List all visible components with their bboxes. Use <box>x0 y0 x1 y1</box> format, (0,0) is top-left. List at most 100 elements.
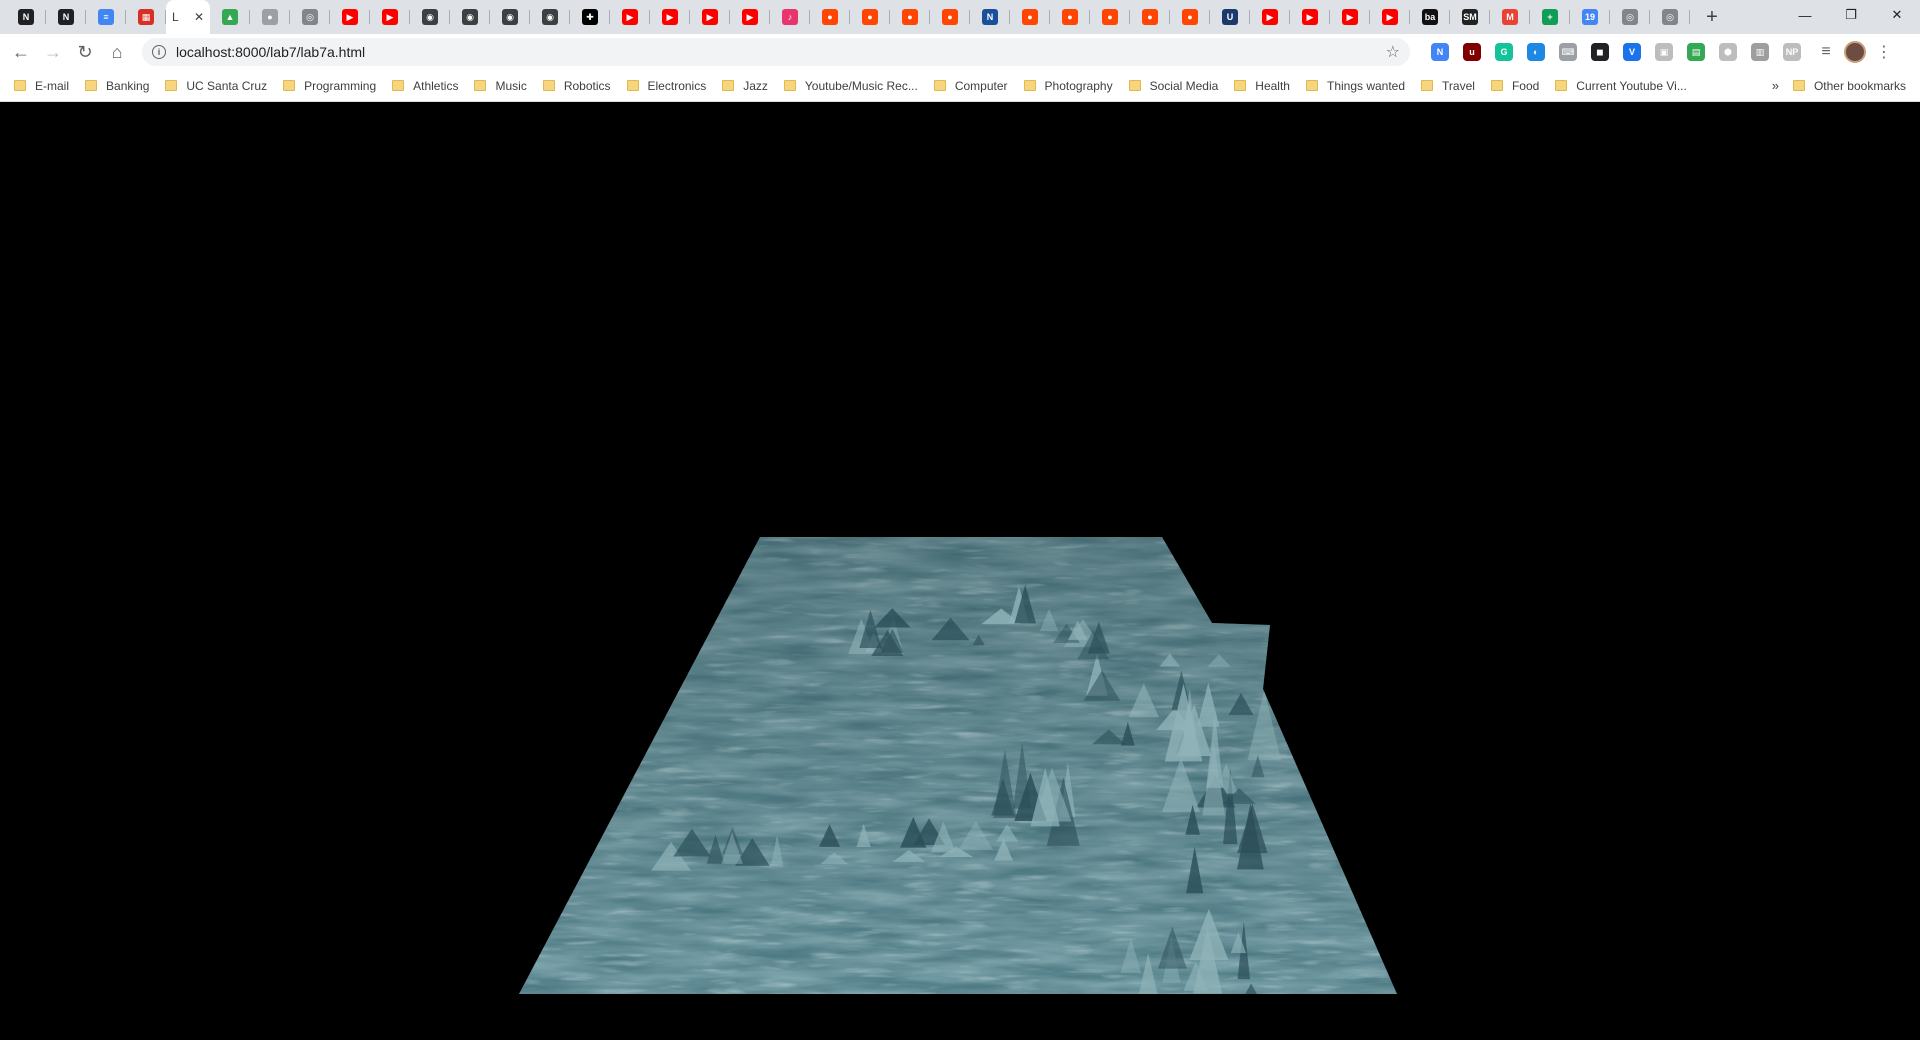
bookmark-folder[interactable]: E-mail <box>14 79 69 93</box>
tab[interactable]: 19 <box>1570 0 1610 34</box>
tab[interactable]: ● <box>1090 0 1130 34</box>
tab[interactable]: ▦ <box>126 0 166 34</box>
folder-icon <box>283 80 296 91</box>
tab[interactable]: U <box>1210 0 1250 34</box>
tab[interactable]: ▲ <box>210 0 250 34</box>
new-ext-icon[interactable]: N <box>1431 43 1449 61</box>
home-button[interactable]: ⌂ <box>102 37 132 67</box>
minimize-button[interactable]: — <box>1782 0 1828 30</box>
ublock-icon[interactable]: u <box>1463 43 1481 61</box>
bookmark-folder[interactable]: Current Youtube Vi... <box>1555 79 1687 93</box>
restore-button[interactable]: ❐ <box>1828 0 1874 30</box>
tab[interactable]: ◎ <box>290 0 330 34</box>
plus-icon: ✚ <box>582 9 598 25</box>
folder-icon <box>1128 80 1141 91</box>
tab[interactable]: ● <box>1050 0 1090 34</box>
tab-close-icon[interactable]: ✕ <box>194 10 204 24</box>
shield-ext-icon[interactable]: ⬢ <box>1719 43 1737 61</box>
grammarly-icon[interactable]: G <box>1495 43 1513 61</box>
honey-ext-icon[interactable]: ◼ <box>1591 43 1609 61</box>
tab[interactable]: ✚ <box>570 0 610 34</box>
v-ext-icon[interactable]: V <box>1623 43 1641 61</box>
terrain-canvas[interactable] <box>0 103 1920 1040</box>
new-tab-button[interactable]: + <box>1698 3 1726 31</box>
chart-ext-icon[interactable]: ▥ <box>1751 43 1769 61</box>
bookmark-folder[interactable]: Photography <box>1023 78 1113 93</box>
tab[interactable]: N <box>6 0 46 34</box>
tab[interactable]: ▶ <box>650 0 690 34</box>
tab[interactable]: SM <box>1450 0 1490 34</box>
bookmark-folder[interactable]: Electronics <box>626 79 706 93</box>
bookmark-label: Other bookmarks <box>1813 78 1906 93</box>
green-ext-icon[interactable]: ▤ <box>1687 43 1705 61</box>
bookmark-folder[interactable]: UC Santa Cruz <box>165 79 267 93</box>
tab[interactable]: ◉ <box>410 0 450 34</box>
bookmark-star-icon[interactable]: ☆ <box>1386 42 1400 62</box>
tab[interactable]: ● <box>850 0 890 34</box>
bookmark-folder[interactable]: Youtube/Music Rec... <box>783 79 918 93</box>
bookmark-folder[interactable]: Computer <box>933 79 1008 93</box>
tab[interactable]: ● <box>250 0 290 34</box>
tab[interactable]: ◉ <box>450 0 490 34</box>
reload-button[interactable]: ↻ <box>70 37 100 67</box>
tab-active[interactable]: L ✕ <box>166 0 210 34</box>
close-window-button[interactable]: ✕ <box>1874 0 1920 30</box>
bookmark-folder[interactable]: Banking <box>85 79 149 93</box>
reddit-icon: ● <box>1142 9 1158 25</box>
tab[interactable]: ▶ <box>370 0 410 34</box>
tab[interactable]: ● <box>1130 0 1170 34</box>
tab[interactable]: ▶ <box>1330 0 1370 34</box>
tab[interactable]: ▶ <box>730 0 770 34</box>
tab[interactable]: ● <box>1010 0 1050 34</box>
tab[interactable]: ● <box>890 0 930 34</box>
bookmark-folder[interactable]: Things wanted <box>1305 79 1405 93</box>
address-url[interactable]: localhost:8000/lab7/lab7a.html <box>176 44 1386 60</box>
tab[interactable]: M <box>1490 0 1530 34</box>
back-button[interactable]: ← <box>6 37 36 67</box>
tab[interactable]: ● <box>810 0 850 34</box>
bookmark-folder[interactable]: Music <box>474 79 527 93</box>
tab[interactable]: ▶ <box>610 0 650 34</box>
bookmark-folder[interactable]: Programming <box>283 79 376 93</box>
profile-avatar[interactable] <box>1844 41 1866 63</box>
bookmark-folder[interactable]: Food <box>1490 79 1539 93</box>
tab[interactable]: ◉ <box>530 0 570 34</box>
other-bookmarks-folder[interactable]: Other bookmarks <box>1792 78 1906 93</box>
tab[interactable]: ≡ <box>86 0 126 34</box>
tab[interactable]: ♪ <box>770 0 810 34</box>
address-bar[interactable]: i localhost:8000/lab7/lab7a.html ☆ <box>142 38 1410 66</box>
tab[interactable]: ▶ <box>1250 0 1290 34</box>
tab[interactable]: ◎ <box>1610 0 1650 34</box>
tab[interactable]: ● <box>930 0 970 34</box>
tab[interactable]: ◉ <box>490 0 530 34</box>
browser-menu-icon[interactable]: ⋮ <box>1874 42 1894 62</box>
bookmark-folder[interactable]: Robotics <box>542 79 611 93</box>
forward-button[interactable]: → <box>38 37 68 67</box>
bookmark-folder[interactable]: Health <box>1234 79 1290 93</box>
tab[interactable]: N <box>970 0 1010 34</box>
np-ext-icon[interactable]: NP <box>1783 43 1801 61</box>
tab[interactable]: ▶ <box>330 0 370 34</box>
media-playlist-icon[interactable]: ≡ <box>1816 43 1836 61</box>
bookmark-folder[interactable]: Jazz <box>722 79 768 93</box>
bookmarks-overflow-chevron[interactable]: » <box>1772 78 1779 93</box>
tab[interactable]: ▶ <box>1370 0 1410 34</box>
gray-ext-icon[interactable]: ▣ <box>1655 43 1673 61</box>
tab[interactable]: ● <box>1170 0 1210 34</box>
circle-ext-icon[interactable]: ◐ <box>1527 43 1545 61</box>
tab[interactable]: N <box>46 0 86 34</box>
reddit-icon: ● <box>1102 9 1118 25</box>
tab[interactable]: ◎ <box>1650 0 1690 34</box>
tab[interactable]: ▶ <box>690 0 730 34</box>
bookmark-label: Photography <box>1044 78 1113 93</box>
page-content[interactable] <box>0 103 1920 1040</box>
site-info-icon[interactable]: i <box>152 45 166 59</box>
bookmark-folder[interactable]: Athletics <box>392 79 458 93</box>
keyboard-ext-icon[interactable]: ⌨ <box>1559 43 1577 61</box>
youtube-icon: ▶ <box>382 9 398 25</box>
tab[interactable]: + <box>1530 0 1570 34</box>
bookmark-folder[interactable]: Travel <box>1421 79 1475 93</box>
tab[interactable]: ba <box>1410 0 1450 34</box>
bookmark-folder[interactable]: Social Media <box>1128 79 1218 93</box>
tab[interactable]: ▶ <box>1290 0 1330 34</box>
